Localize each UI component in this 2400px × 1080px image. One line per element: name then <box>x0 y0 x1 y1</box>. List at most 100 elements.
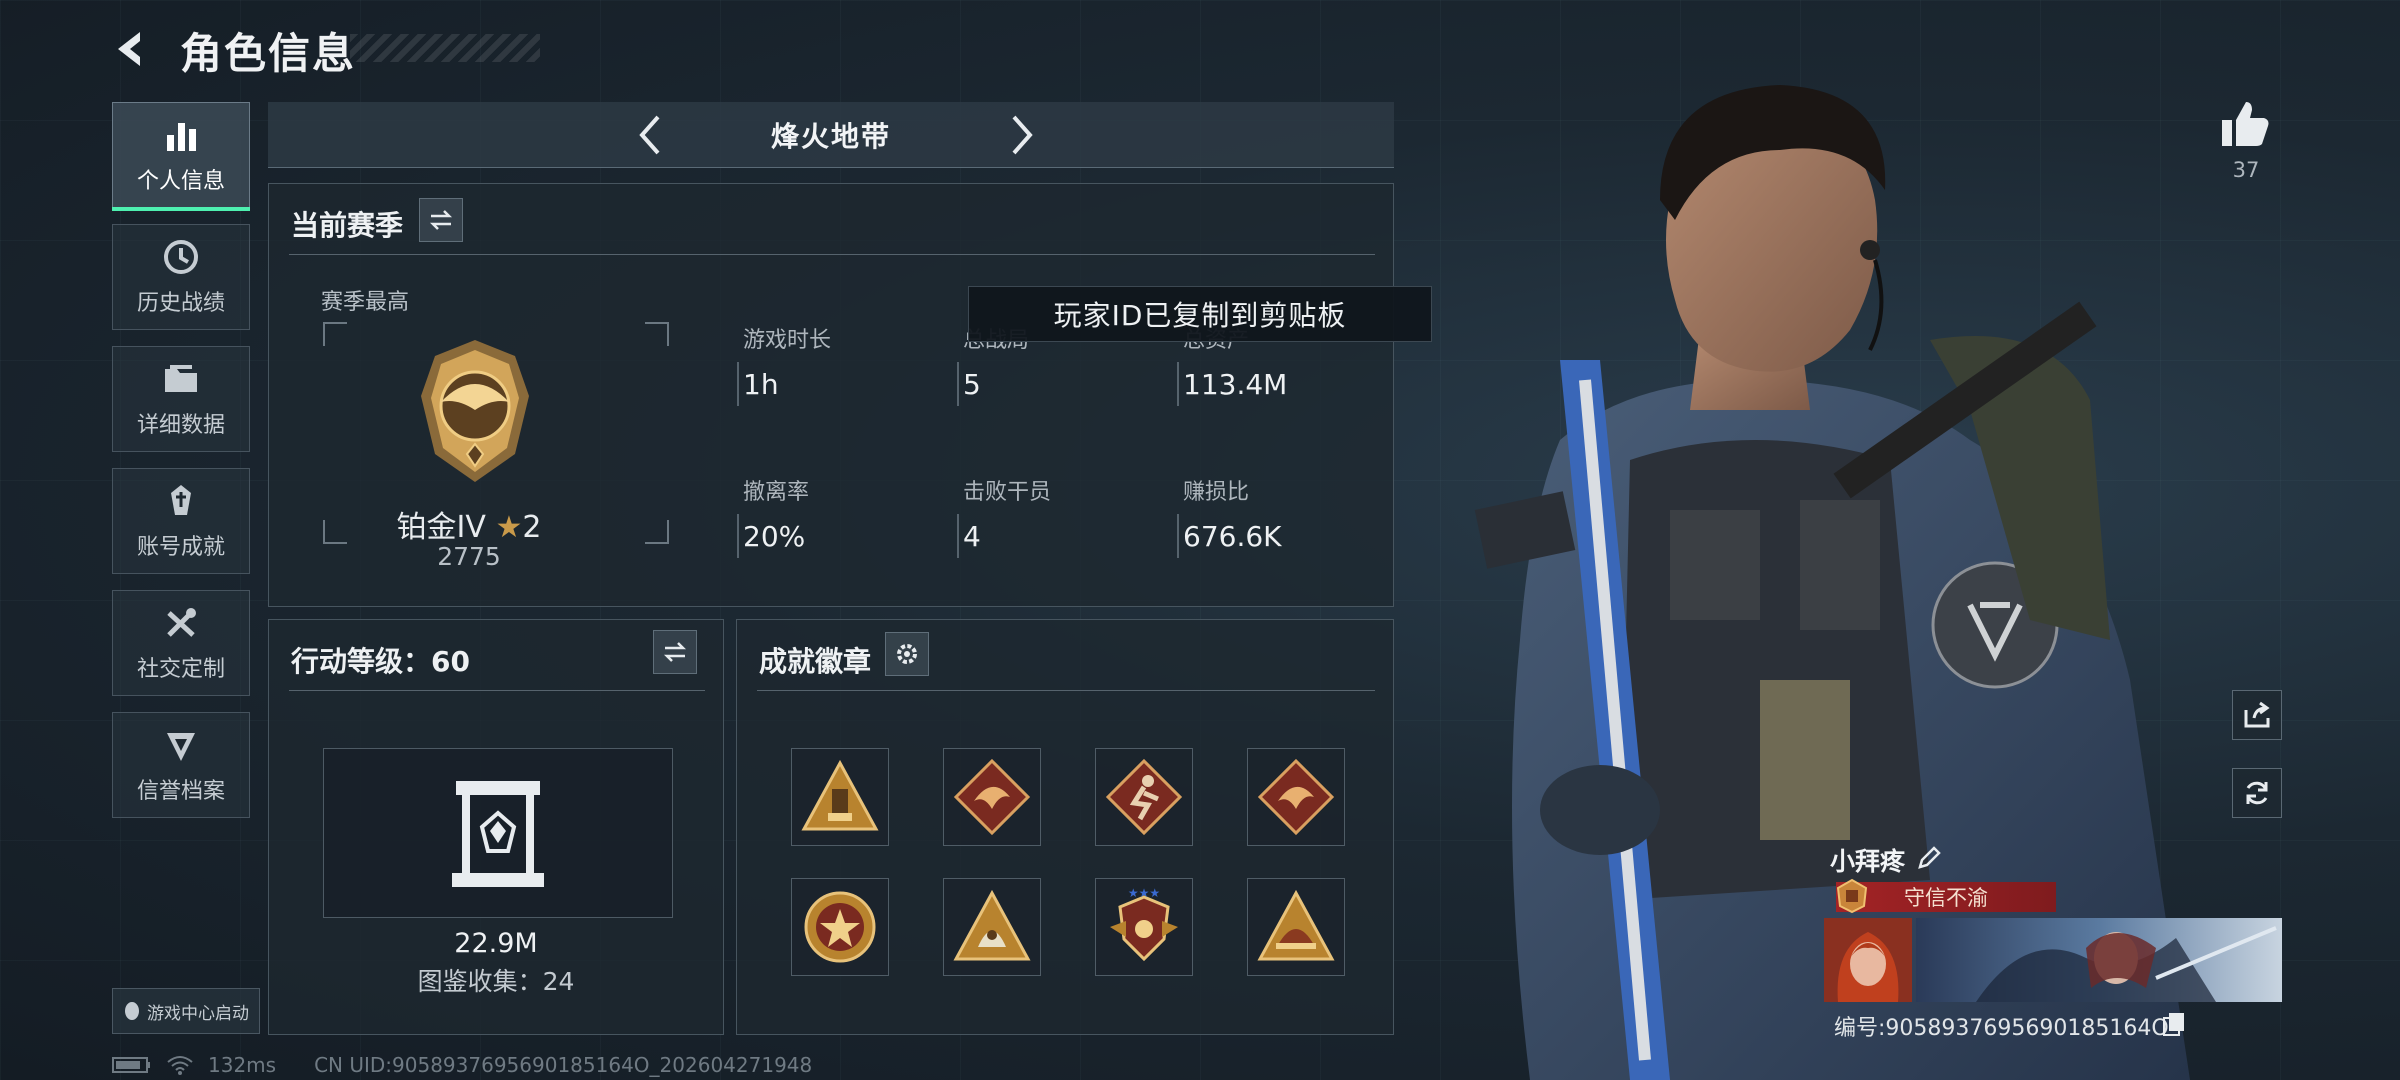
action-level-panel: 行动等级：60 22.9M 图鉴收集：24 <box>268 619 724 1035</box>
shield-wings-badge-icon: ★★★ <box>1110 887 1178 962</box>
swap-icon <box>429 210 453 230</box>
display-case-icon <box>452 781 544 887</box>
frame-corner <box>645 322 669 346</box>
sidebar-item-label: 账号成就 <box>136 535 225 560</box>
stat-value: 676.6K <box>1183 520 1282 553</box>
rank-stars: 2 <box>522 510 542 545</box>
sidebar-item-label: 信誉档案 <box>136 779 225 804</box>
game-center-launch-button[interactable]: 游戏中心启动 <box>112 988 260 1034</box>
folder-icon <box>165 365 197 392</box>
like-count: 37 <box>2232 158 2260 182</box>
tools-icon <box>167 608 196 637</box>
chevron-right-icon[interactable] <box>996 111 1044 159</box>
title-decoration <box>350 34 540 62</box>
current-season-panel: 当前赛季 赛季最高 铂金IV ★2 2775 游戏时长 1h 总战局 5 总资产… <box>268 183 1394 607</box>
copy-toast: 玩家ID已复制到剪贴板 <box>968 286 1432 342</box>
honor-title: 守信不渝 <box>1904 886 1988 910</box>
platinum-rank-emblem <box>421 340 529 482</box>
achievements-title: 成就徽章 <box>759 645 872 678</box>
dragon-diamond-badge-2-icon <box>1257 758 1335 836</box>
frame-corner <box>323 322 347 346</box>
sidebar-item-label: 个人信息 <box>136 169 225 194</box>
stat-value: 4 <box>963 520 981 553</box>
season-best-label: 赛季最高 <box>321 290 410 315</box>
svg-text:★★★: ★★★ <box>1128 887 1160 900</box>
stat-value: 20% <box>743 520 806 553</box>
helmet-triangle-badge[interactable] <box>1247 878 1345 976</box>
sidebar-item-history[interactable]: 历史战绩 <box>112 224 250 330</box>
stat-label: 赚损比 <box>1183 480 1250 505</box>
swap-icon <box>663 642 687 662</box>
player-id[interactable]: 编号:9058937695690185164O <box>1834 1010 2169 1042</box>
stat-profit-loss-ratio: 赚损比 676.6K <box>1177 474 1393 558</box>
star-circle-badge[interactable] <box>791 878 889 976</box>
honor-emblem-icon <box>1836 878 1868 914</box>
sidebar-item-achievements[interactable]: 账号成就 <box>112 468 250 574</box>
sidebar-item-label: 详细数据 <box>136 413 225 438</box>
wifi-icon <box>167 1056 193 1075</box>
achievement-icon <box>171 485 191 515</box>
ping-value: 132ms <box>208 1053 277 1077</box>
share-icon <box>2244 701 2270 728</box>
player-avatar[interactable] <box>1824 918 1912 1002</box>
divider <box>289 254 1375 255</box>
stat-value: 113.4M <box>1183 368 1288 401</box>
triangle-tower-badge-icon <box>801 759 879 831</box>
divider <box>757 690 1375 691</box>
sidebar-item-label: 社交定制 <box>136 657 225 682</box>
uid-text: CN UID:9058937695690185164O_202604271948 <box>314 1053 813 1077</box>
stat-label: 游戏时长 <box>743 328 832 353</box>
refresh-button[interactable] <box>2232 768 2282 818</box>
sidebar-item-label: 历史战绩 <box>136 291 225 316</box>
mode-selector: 烽火地带 <box>268 102 1394 168</box>
collection-count: 图鉴收集：24 <box>417 967 575 996</box>
player-name: 小拜疼 <box>1830 847 1906 876</box>
refresh-icon <box>2246 781 2268 805</box>
sidebar-item-reputation[interactable]: 信誉档案 <box>112 712 250 818</box>
achievements-panel: 成就徽章 ★★★ <box>736 619 1394 1035</box>
sidebar-item-detailed-data[interactable]: 详细数据 <box>112 346 250 452</box>
thumbs-up-icon[interactable] <box>2216 96 2272 152</box>
sidebar-item-social-custom[interactable]: 社交定制 <box>112 590 250 696</box>
avatar-portrait <box>1824 918 1912 1002</box>
star-icon: ★ <box>495 510 523 545</box>
season-title: 当前赛季 <box>291 209 404 242</box>
player-banner[interactable] <box>1916 918 2282 1002</box>
stat-operators-defeated: 击败干员 4 <box>957 474 1173 558</box>
status-bar: 132ms CN UID:9058937695690185164O_202604… <box>112 1052 812 1078</box>
achievement-settings-button[interactable] <box>885 632 929 676</box>
sidebar: 个人信息 历史战绩 详细数据 账号成就 社交定制 信誉档案 <box>112 102 250 834</box>
gear-icon <box>897 644 917 664</box>
collection-display[interactable] <box>323 748 673 918</box>
dome-triangle-badge[interactable] <box>943 878 1041 976</box>
collection-value: 22.9M <box>454 928 538 959</box>
sidebar-item-personal-info[interactable]: 个人信息 <box>112 102 250 211</box>
runner-diamond-badge-icon <box>1105 758 1183 836</box>
helmet-triangle-badge-icon <box>1257 889 1335 961</box>
edit-pencil-icon[interactable] <box>1914 843 1944 873</box>
battery-icon <box>112 1057 150 1073</box>
shield-wings-badge[interactable]: ★★★ <box>1095 878 1193 976</box>
switch-season-button[interactable] <box>419 198 463 242</box>
divider <box>289 690 705 691</box>
switch-level-button[interactable] <box>653 630 697 674</box>
dragon-diamond-badge[interactable] <box>943 748 1041 846</box>
stat-label: 击败干员 <box>963 480 1052 505</box>
share-button[interactable] <box>2232 690 2282 740</box>
copy-icon[interactable] <box>2162 1011 2186 1037</box>
rank-name: 铂金IV <box>396 510 486 545</box>
stat-value: 1h <box>743 368 779 401</box>
dragon-diamond-badge-2[interactable] <box>1247 748 1345 846</box>
stat-value: 5 <box>963 368 981 401</box>
reputation-icon <box>167 733 195 761</box>
page-title: 角色信息 <box>180 29 357 78</box>
star-circle-badge-icon <box>804 891 876 963</box>
dome-triangle-badge-icon <box>953 889 1031 961</box>
chevron-left-icon[interactable] <box>628 111 676 159</box>
penguin-icon <box>125 1002 139 1020</box>
action-level-title: 行动等级：60 <box>291 645 470 678</box>
dragon-diamond-badge-icon <box>953 758 1031 836</box>
back-arrow-icon[interactable] <box>110 26 156 72</box>
runner-diamond-badge[interactable] <box>1095 748 1193 846</box>
triangle-tower-badge[interactable] <box>791 748 889 846</box>
